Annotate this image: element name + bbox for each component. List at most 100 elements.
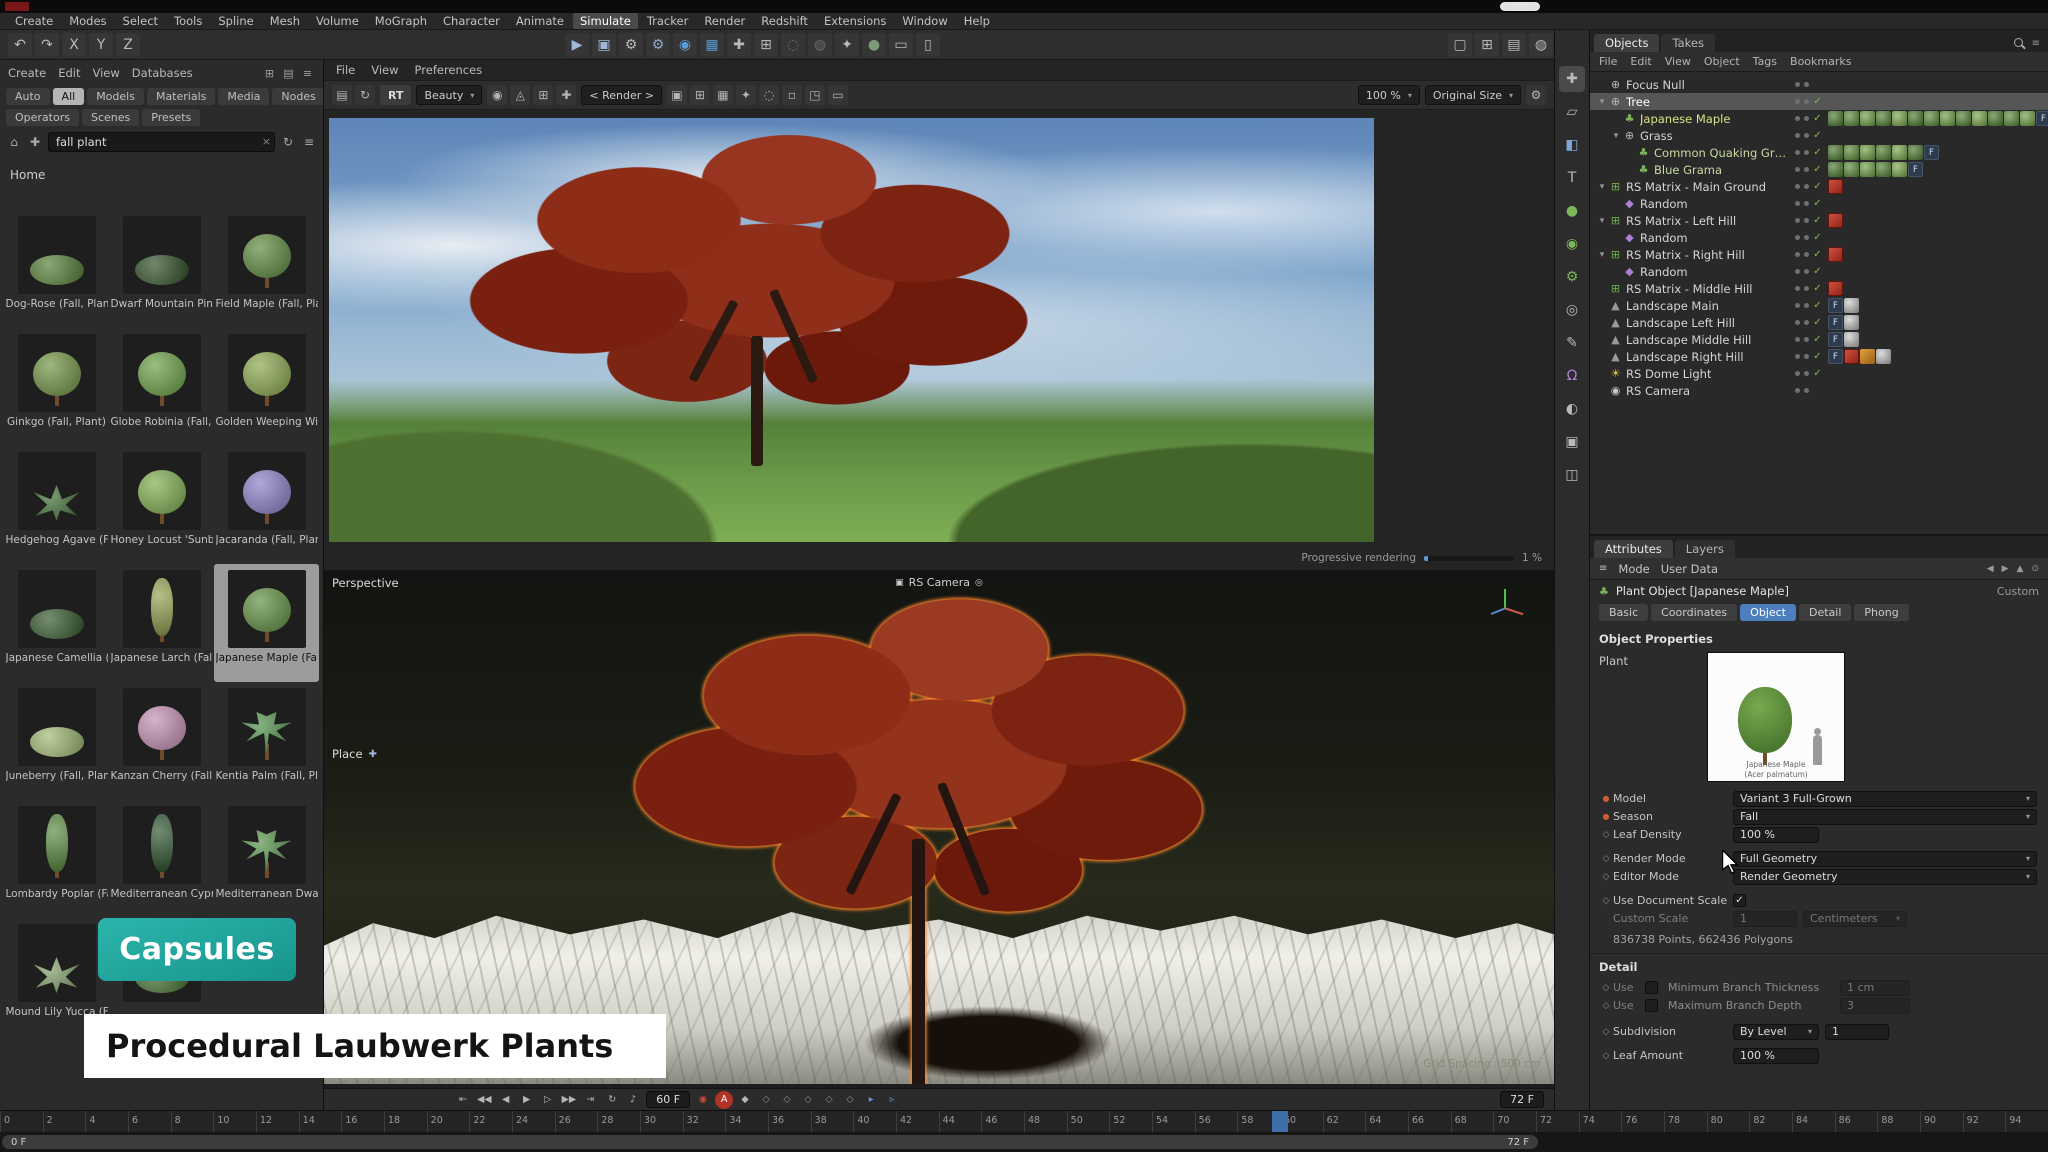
filter-auto[interactable]: Auto <box>6 88 50 105</box>
material-swatch[interactable] <box>1924 111 1939 126</box>
render-visibility-dot[interactable] <box>1804 320 1809 325</box>
link-aov-icon[interactable]: ◉ <box>487 85 507 105</box>
active-tool-label[interactable]: Place ✚ <box>332 747 377 761</box>
asset-globe-robinia-fall-pl[interactable]: Globe Robinia (Fall, Pl... <box>109 328 214 446</box>
browser-menu-icon[interactable]: ≡ <box>301 134 317 150</box>
z-axis-lock-icon[interactable]: Z <box>116 33 140 57</box>
ruler-tick[interactable]: 56 <box>1195 1111 1196 1132</box>
rs-ipr-icon[interactable]: ◉ <box>673 33 697 57</box>
ruler-tick[interactable]: 66 <box>1408 1111 1409 1132</box>
enabled-check[interactable]: ✓ <box>1811 317 1824 328</box>
rs-tag[interactable] <box>1828 179 1843 194</box>
filter-scenes[interactable]: Scenes <box>82 109 139 126</box>
material-swatch[interactable] <box>1844 111 1859 126</box>
search-input[interactable] <box>48 132 275 152</box>
ruler-tick[interactable]: 84 <box>1792 1111 1793 1132</box>
filter-nodes[interactable]: Nodes <box>272 88 324 105</box>
editor-visibility-dot[interactable] <box>1795 286 1800 291</box>
ruler-tick[interactable]: 32 <box>683 1111 684 1132</box>
ruler-tick[interactable]: 26 <box>555 1111 556 1132</box>
autokey-icon[interactable]: A <box>715 1091 733 1109</box>
section-tab-detail[interactable]: Detail <box>1799 604 1851 621</box>
filter-media[interactable]: Media <box>218 88 269 105</box>
lock-icon[interactable]: ▣ <box>667 85 687 105</box>
render-to-pv-icon[interactable]: ▣ <box>592 33 616 57</box>
field-icon[interactable]: ◎ <box>1559 297 1585 323</box>
grid-snap-icon[interactable]: ⊞ <box>754 33 778 57</box>
ruler-tick[interactable]: 52 <box>1109 1111 1110 1132</box>
tree-item-japanese-maple[interactable]: ♣Japanese Maple✓F <box>1590 110 2048 127</box>
clapper-icon[interactable]: ▭ <box>889 33 913 57</box>
layout-switch-pill[interactable] <box>1500 2 1540 11</box>
render-visibility-dot[interactable] <box>1804 116 1809 121</box>
asset-ginkgo-fall-plant[interactable]: Ginkgo (Fall, Plant) <box>4 328 109 446</box>
editor-visibility-dot[interactable] <box>1795 99 1800 104</box>
checker-icon[interactable]: ⊞ <box>533 85 553 105</box>
asset-golden-weeping-willo[interactable]: Golden Weeping Willo... <box>214 328 319 446</box>
F-tag[interactable]: F <box>1828 298 1843 313</box>
material-swatch[interactable] <box>1892 145 1907 160</box>
ruler-tick[interactable]: 42 <box>896 1111 897 1132</box>
tree-item-grass[interactable]: ▾⊕Grass✓ <box>1590 127 2048 144</box>
editor-visibility-dot[interactable] <box>1795 82 1800 87</box>
zoom-dropdown[interactable]: 100 % ▾ <box>1358 85 1420 105</box>
tree-item-rs-matrix-middle-hill[interactable]: ⊞RS Matrix - Middle Hill✓ <box>1590 280 2048 297</box>
ruler-tick[interactable]: 80 <box>1707 1111 1708 1132</box>
om-menu-view[interactable]: View <box>1665 55 1691 68</box>
camera-view-icon[interactable]: ▣ <box>1559 429 1585 455</box>
material-swatch[interactable] <box>1956 111 1971 126</box>
render-visibility-dot[interactable] <box>1804 371 1809 376</box>
dropdown[interactable]: Render Geometry▾ <box>1733 869 2037 885</box>
snapshot-icon[interactable]: ▤ <box>332 85 352 105</box>
om-menu-object[interactable]: Object <box>1704 55 1740 68</box>
tree-item-rs-matrix-left-hill[interactable]: ▾⊞RS Matrix - Left Hill✓ <box>1590 212 2048 229</box>
material-swatch[interactable] <box>1844 145 1859 160</box>
size-dropdown[interactable]: Original Size ▾ <box>1425 85 1521 105</box>
asset-dog-rose-fall-plant[interactable]: Dog-Rose (Fall, Plant) <box>4 210 109 328</box>
tree-item-focus-null[interactable]: ⊕Focus Null <box>1590 76 2048 93</box>
F-tag[interactable]: F <box>1828 332 1843 347</box>
tree-item-blue-grama[interactable]: ♣Blue Grama✓F <box>1590 161 2048 178</box>
om-menu-file[interactable]: File <box>1599 55 1617 68</box>
tab-objects[interactable]: Objects <box>1594 34 1659 52</box>
ruler-tick[interactable]: 22 <box>469 1111 470 1132</box>
star-icon[interactable]: ✦ <box>736 85 756 105</box>
mograph-icon[interactable]: ◉ <box>1559 231 1585 257</box>
editor-visibility-dot[interactable] <box>1795 235 1800 240</box>
menu-window[interactable]: Window <box>895 13 954 29</box>
filter-icon[interactable]: ◬ <box>510 85 530 105</box>
F-tag[interactable]: F <box>1908 162 1923 177</box>
ab-tab-view[interactable]: View <box>93 66 120 80</box>
ruler-tick[interactable]: 30 <box>640 1111 641 1132</box>
ruler-tick[interactable]: 82 <box>1749 1111 1750 1132</box>
record-position-icon[interactable]: ◇ <box>757 1091 775 1109</box>
asset-mediterranean-dwarf[interactable]: Mediterranean Dwarf ... <box>214 800 319 918</box>
ruler-tick[interactable]: 44 <box>939 1111 940 1132</box>
ghost-mode-icon[interactable]: ▹ <box>883 1091 901 1109</box>
magnet-icon[interactable]: Ω <box>1559 363 1585 389</box>
plane-icon[interactable]: ▱ <box>1559 99 1585 125</box>
rs-renderview-icon[interactable]: ▦ <box>700 33 724 57</box>
asset-japanese-maple-fall[interactable]: Japanese Maple (Fall, ... <box>214 564 319 682</box>
material-swatch[interactable] <box>1860 162 1875 177</box>
om-menu-tags[interactable]: Tags <box>1753 55 1777 68</box>
render-visibility-dot[interactable] <box>1804 133 1809 138</box>
material-swatch[interactable] <box>1988 111 2003 126</box>
value-field[interactable]: 100 % <box>1733 1048 1819 1064</box>
tab-attributes[interactable]: Attributes <box>1594 540 1673 558</box>
editor-visibility-dot[interactable] <box>1795 167 1800 172</box>
rv-menu-preferences[interactable]: Preferences <box>415 63 483 77</box>
menu-spline[interactable]: Spline <box>211 13 260 29</box>
text-tool-icon[interactable]: T <box>1559 165 1585 191</box>
ruler-tick[interactable]: 2 <box>43 1111 44 1132</box>
asset-japanese-camellia-fal[interactable]: Japanese Camellia (Fal... <box>4 564 109 682</box>
plant-preview-image[interactable]: Japanese Maple (Acer palmatum) <box>1707 652 1845 782</box>
menu-simulate[interactable]: Simulate <box>573 13 638 29</box>
spline-pen-icon[interactable]: ✎ <box>1559 330 1585 356</box>
dropdown[interactable]: Variant 3 Full-Grown▾ <box>1733 791 2037 807</box>
editor-visibility-dot[interactable] <box>1795 303 1800 308</box>
ruler-tick[interactable]: 8 <box>171 1111 172 1132</box>
tab-takes[interactable]: Takes <box>1661 34 1715 52</box>
ruler-tick[interactable]: 14 <box>299 1111 300 1132</box>
render-visibility-dot[interactable] <box>1804 303 1809 308</box>
